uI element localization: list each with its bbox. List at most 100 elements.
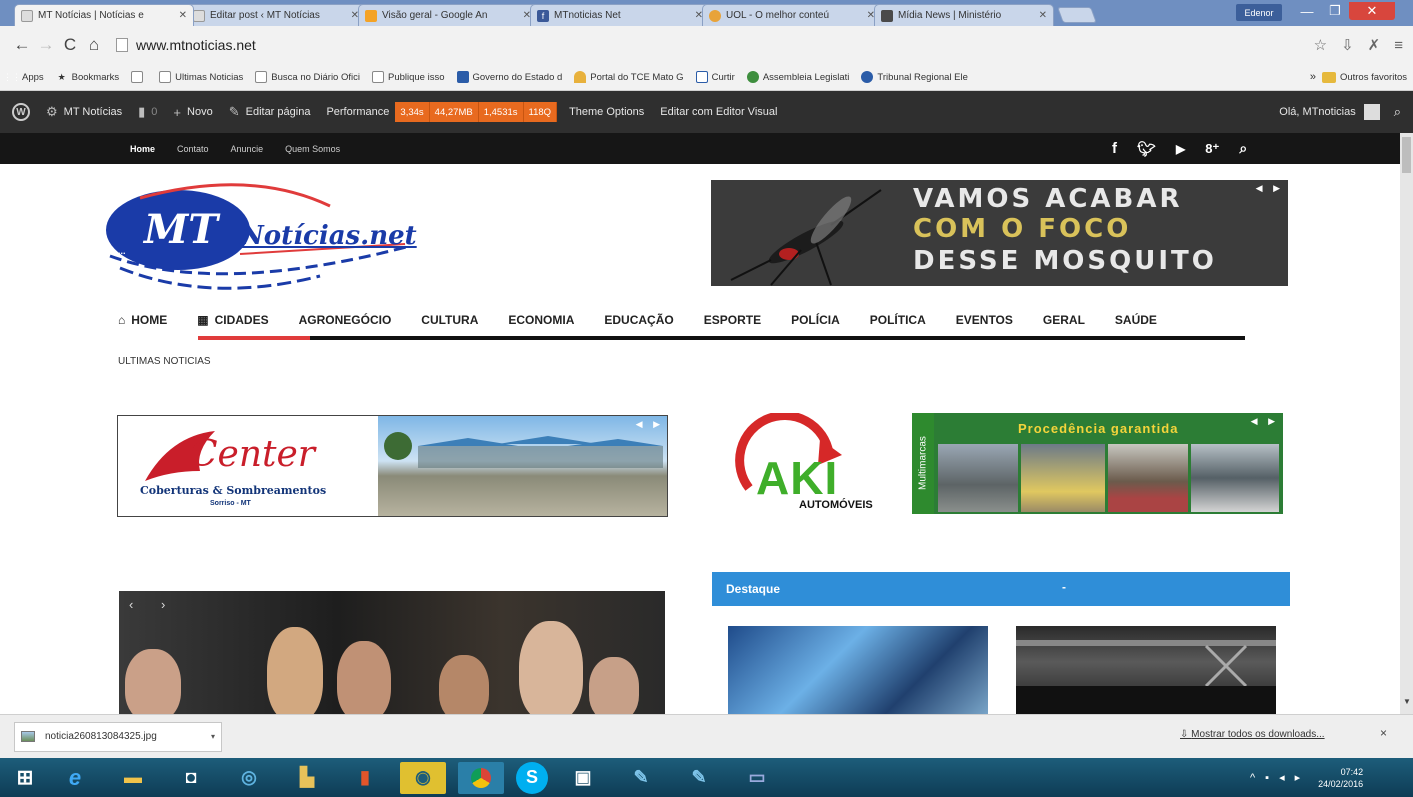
bookmark-busca[interactable]: Busca no Diário Ofici — [255, 71, 360, 83]
profile-button[interactable]: Edenor — [1236, 4, 1282, 21]
menu-item-cidades[interactable]: ▦ CIDADES — [197, 313, 268, 327]
browser-tab[interactable]: f MTnoticias Net ✕ — [530, 4, 710, 26]
top-link-quem-somos[interactable]: Quem Somos — [285, 144, 340, 154]
close-window-icon[interactable]: ✕ — [1349, 2, 1395, 20]
wp-theme-options[interactable]: Theme Options — [569, 106, 644, 118]
menu-item-educacao[interactable]: EDUCAÇÃO — [604, 313, 673, 327]
app-icon[interactable]: ◉ — [400, 761, 446, 794]
browser-tab[interactable]: Editar post ‹ MT Notícias ✕ — [186, 4, 366, 26]
language-icon[interactable]: ▸ — [1295, 771, 1301, 784]
wordpress-icon[interactable]: W — [12, 103, 30, 121]
header-banner[interactable]: VAMOS ACABAR COM O FOCO DESSE MOSQUITO ◀… — [711, 180, 1288, 286]
wp-performance[interactable]: Performance — [326, 106, 389, 118]
bookmark-publique[interactable]: Publique isso — [371, 71, 445, 83]
bookmark-curtir[interactable]: Curtir — [695, 71, 735, 83]
twitter-icon[interactable]: 🐦︎ — [1137, 140, 1156, 158]
bookmark-outros[interactable]: Outros favoritos — [1321, 71, 1407, 83]
google-plus-icon[interactable]: 8⁺ — [1205, 141, 1219, 157]
bookmark-page[interactable] — [131, 71, 147, 83]
slider-next-icon[interactable]: › — [161, 597, 165, 612]
minimize-icon[interactable]: — — [1293, 2, 1321, 20]
app-icon[interactable]: ▙ — [284, 762, 330, 794]
wp-visual-editor[interactable]: Editar com Editor Visual — [660, 106, 777, 118]
menu-item-geral[interactable]: GERAL — [1043, 313, 1085, 327]
close-download-bar-icon[interactable]: × — [1380, 726, 1387, 740]
ad-aki-banner[interactable]: AKI AUTOMÓVEIS Multimarcas Procedência g… — [724, 413, 1283, 514]
tray-expand-icon[interactable]: ^ — [1250, 772, 1255, 784]
browser-tab[interactable]: Visão geral - Google An ✕ — [358, 4, 538, 26]
search-icon[interactable]: ⌕ — [1239, 140, 1247, 157]
top-link-anuncie[interactable]: Anuncie — [231, 144, 264, 154]
menu-item-policia[interactable]: POLÍCIA — [791, 313, 840, 327]
extension-icon[interactable]: ✗ — [1368, 36, 1381, 54]
wp-edit-page[interactable]: ✎ Editar página — [229, 104, 311, 120]
ad-center-banner[interactable]: Center Coberturas & Sombreamentos Sorris… — [117, 415, 668, 517]
wp-site-name[interactable]: ⚙ MT Notícias — [46, 104, 122, 120]
banner-slider-arrows-icon[interactable]: ◀ ▶ — [1256, 183, 1284, 194]
internet-explorer-icon[interactable]: e — [52, 762, 98, 794]
volume-icon[interactable]: ◂ — [1279, 771, 1285, 784]
ad-slider-arrows-icon[interactable]: ◀ ▶ — [1251, 416, 1279, 427]
facebook-icon[interactable]: f — [1112, 140, 1117, 157]
wp-comments[interactable]: ▮ 0 — [138, 104, 157, 120]
scroll-thumb[interactable] — [1402, 137, 1411, 173]
menu-item-eventos[interactable]: EVENTOS — [956, 313, 1013, 327]
menu-item-politica[interactable]: POLÍTICA — [870, 313, 926, 327]
chrome-icon[interactable] — [458, 761, 504, 794]
windows-start-icon[interactable]: ⊞ — [10, 762, 40, 794]
scroll-down-icon[interactable]: ▼ — [1403, 697, 1411, 706]
bookmark-tribunal[interactable]: Tribunal Regional Ele — [861, 71, 968, 83]
chevron-down-icon[interactable]: ▾ — [211, 732, 215, 741]
bookmarks-overflow-icon[interactable]: » — [1310, 71, 1316, 83]
forward-icon[interactable]: → — [34, 35, 58, 55]
paint-icon[interactable]: ✎ — [618, 762, 664, 794]
clock[interactable]: 07:42 24/02/2016 — [1318, 766, 1363, 790]
browser-tab[interactable]: UOL - O melhor conteú ✕ — [702, 4, 882, 26]
bookmark-governo[interactable]: Governo do Estado d — [456, 71, 562, 83]
menu-item-agronegocio[interactable]: AGRONEGÓCIO — [299, 313, 392, 327]
menu-item-economia[interactable]: ECONOMIA — [508, 313, 574, 327]
site-logo[interactable]: MT ... Notícias.net — [100, 176, 420, 301]
url-input[interactable]: www.mtnoticias.net — [116, 32, 1286, 58]
menu-item-esporte[interactable]: ESPORTE — [704, 313, 761, 327]
show-all-downloads-link[interactable]: ⇩ Mostrar todos os downloads... — [1180, 729, 1325, 740]
menu-item-home[interactable]: ⌂ HOME — [118, 313, 167, 327]
ad-slider-arrows-icon[interactable]: ◀ ▶ — [636, 419, 664, 430]
browser-tab[interactable]: Mídia News | Ministério ✕ — [874, 4, 1054, 26]
home-icon[interactable]: ⌂ — [82, 35, 106, 55]
close-tab-icon[interactable]: ✕ — [179, 10, 187, 21]
news-slider[interactable]: ‹ › — [119, 591, 665, 714]
star-icon[interactable]: ☆ — [1314, 36, 1327, 54]
new-tab-button[interactable] — [1057, 7, 1097, 23]
file-explorer-icon[interactable]: ▬ — [110, 762, 156, 794]
browser-tab[interactable]: MT Notícias | Notícias e ✕ — [14, 4, 194, 26]
maximize-icon[interactable]: ❐ — [1321, 2, 1349, 20]
search-icon[interactable]: ⌕ — [1394, 104, 1401, 120]
latest-news-ticker[interactable]: ULTIMAS NOTICIAS — [118, 356, 211, 367]
store-icon[interactable]: ◘ — [168, 762, 214, 794]
menu-icon[interactable]: ≡ — [1394, 37, 1403, 54]
bookmark-apps[interactable]: ⋮⋮ Apps — [3, 71, 44, 83]
performance-stats[interactable]: 3,34s 44,27MB 1,4531s 118Q — [395, 102, 558, 122]
top-link-contato[interactable]: Contato — [177, 144, 209, 154]
office-icon[interactable]: ▮ — [342, 762, 388, 794]
page-scrollbar[interactable]: ▼ — [1400, 133, 1413, 714]
back-icon[interactable]: ← — [10, 35, 34, 55]
download-item[interactable]: noticia260813084325.jpg ▾ — [14, 721, 222, 752]
app-icon[interactable]: ◎ — [226, 762, 272, 794]
bookmark-assembleia[interactable]: Assembleia Legislati — [746, 71, 849, 83]
wp-account[interactable]: Olá, MTnoticias ⌕ — [1279, 104, 1401, 120]
reload-icon[interactable]: C — [58, 35, 82, 55]
download-icon[interactable]: ⇩ — [1341, 36, 1354, 54]
bookmark-bookmarks[interactable]: ★ Bookmarks — [56, 71, 120, 83]
bookmark-tce[interactable]: Portal do TCE Mato G — [574, 71, 684, 83]
paint-icon[interactable]: ✎ — [676, 762, 722, 794]
slider-prev-icon[interactable]: ‹ — [129, 597, 133, 612]
app-icon[interactable]: ▣ — [560, 762, 606, 794]
top-link-home[interactable]: Home — [130, 144, 155, 154]
wp-new[interactable]: + Novo — [173, 105, 212, 120]
bookmark-ultimas[interactable]: Ultimas Noticias — [159, 71, 243, 83]
menu-item-saude[interactable]: SAÚDE — [1115, 313, 1157, 327]
network-icon[interactable]: ▪ — [1265, 772, 1269, 784]
youtube-icon[interactable]: ▶ — [1176, 142, 1185, 156]
